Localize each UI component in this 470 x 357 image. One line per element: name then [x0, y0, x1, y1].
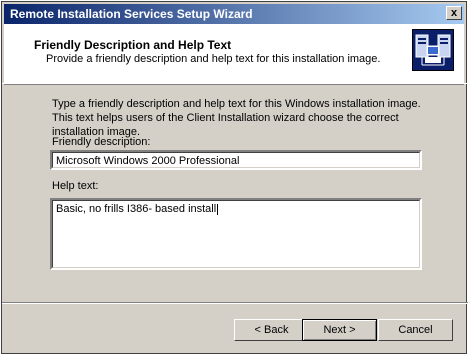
window-title: Remote Installation Services Setup Wizar… — [10, 7, 253, 21]
page-title: Friendly Description and Help Text — [34, 38, 232, 52]
back-button[interactable]: < Back — [234, 319, 309, 341]
cancel-button[interactable]: Cancel — [378, 319, 453, 341]
instructions-text: Type a friendly description and help tex… — [52, 98, 421, 138]
help-text-field[interactable]: Basic, no frills I386- based install — [50, 198, 422, 270]
wizard-header: Friendly Description and Help Text Provi… — [4, 24, 464, 85]
text-caret — [217, 203, 219, 215]
network-computers-icon — [412, 29, 454, 71]
close-icon: x — [450, 7, 458, 19]
close-button[interactable]: x — [446, 6, 462, 20]
footer-divider — [2, 302, 468, 304]
friendly-description-field[interactable]: Microsoft Windows 2000 Professional — [50, 150, 422, 170]
friendly-description-label: Friendly description: — [52, 136, 151, 148]
help-text-label: Help text: — [52, 180, 99, 192]
title-bar[interactable]: Remote Installation Services Setup Wizar… — [4, 4, 464, 24]
header-divider — [2, 83, 468, 84]
next-button[interactable]: Next > — [302, 319, 377, 341]
help-text-value: Basic, no frills I386- based install — [56, 203, 217, 215]
page-subtitle: Provide a friendly description and help … — [46, 53, 381, 65]
friendly-description-value: Microsoft Windows 2000 Professional — [56, 155, 240, 167]
